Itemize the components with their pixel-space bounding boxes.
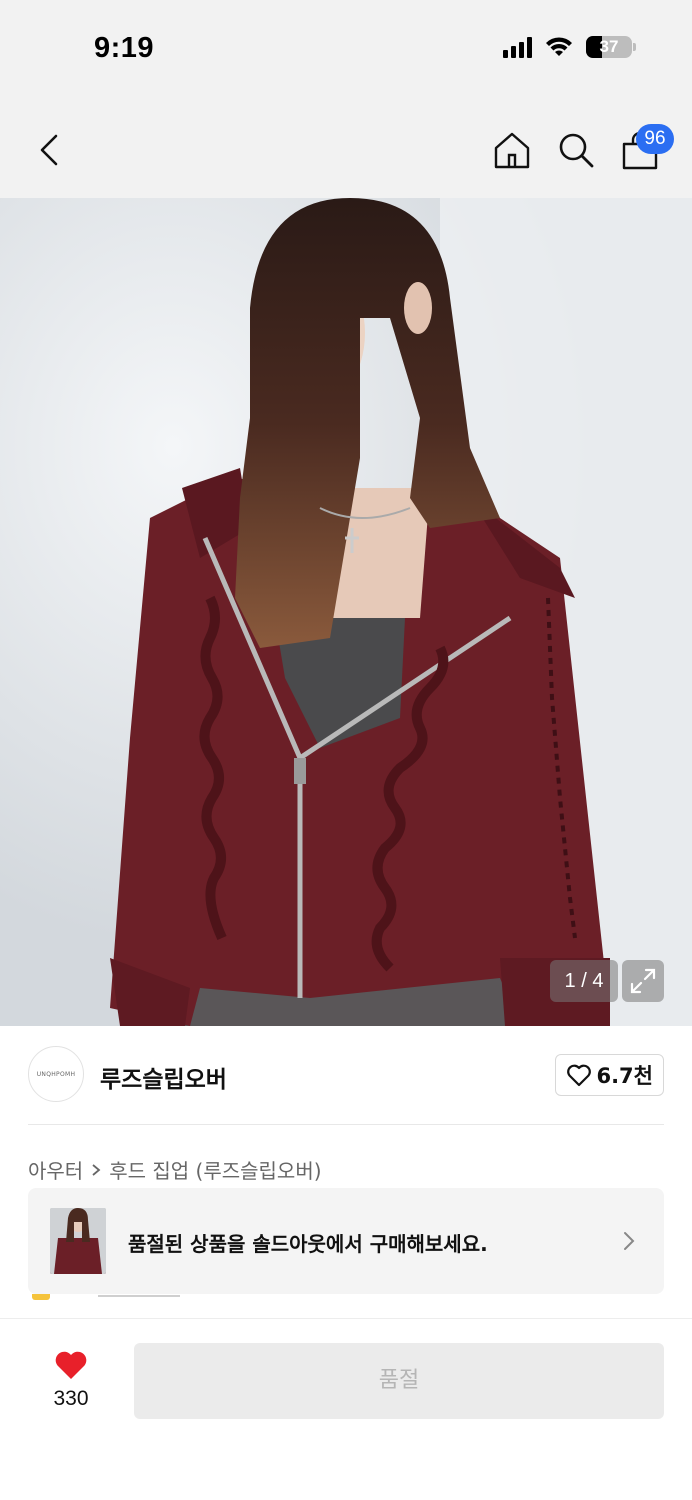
rating-star-icon <box>32 1294 50 1300</box>
banner-thumbnail <box>50 1208 106 1274</box>
chevron-right-icon <box>92 1163 101 1176</box>
soldout-button[interactable]: 품절 <box>134 1343 664 1419</box>
wishlist-count: 330 <box>53 1387 89 1410</box>
brand-logo[interactable]: UNQHPOMH <box>28 1046 84 1102</box>
divider <box>98 1295 180 1297</box>
status-bar: 9:19 37 <box>0 0 692 100</box>
brand-row[interactable]: UNQHPOMH 루즈슬립오버 6.7천 <box>28 1046 664 1104</box>
bottom-action-bar: 330 품절 <box>0 1318 692 1500</box>
product-photo <box>0 198 692 1026</box>
back-arrow-icon[interactable] <box>30 130 70 170</box>
brand-logo-text: UNQHPOMH <box>36 1070 76 1078</box>
battery-level: 37 <box>599 37 619 56</box>
home-icon[interactable] <box>492 130 532 170</box>
brand-name[interactable]: 루즈슬립오버 <box>100 1060 227 1094</box>
chevron-right-icon <box>624 1232 635 1250</box>
divider <box>28 1124 664 1125</box>
image-counter: 1 / 4 <box>550 960 618 1002</box>
status-time: 9:19 <box>94 32 155 64</box>
nav-bar <box>0 100 692 198</box>
heart-filled-icon <box>55 1351 87 1379</box>
breadcrumb-category[interactable]: 아우터 <box>28 1155 83 1184</box>
heart-outline-icon <box>567 1064 592 1087</box>
breadcrumb-subcategory[interactable]: 후드 집업 (루즈슬립오버) <box>109 1155 321 1184</box>
soldout-banner[interactable]: 품절된 상품을 솔드아웃에서 구매해보세요. <box>28 1188 664 1294</box>
banner-text: 품절된 상품을 솔드아웃에서 구매해보세요. <box>128 1232 488 1256</box>
breadcrumb: 아우터 후드 집업 (루즈슬립오버) <box>28 1155 322 1184</box>
wifi-icon <box>546 37 572 56</box>
brand-like-button[interactable]: 6.7천 <box>555 1054 664 1096</box>
cart-count-badge: 96 <box>636 124 674 154</box>
wishlist-button[interactable]: 330 <box>36 1349 106 1411</box>
cellular-signal-icon <box>503 36 532 58</box>
search-icon[interactable] <box>556 130 596 170</box>
expand-icon <box>630 968 656 994</box>
expand-image-button[interactable] <box>622 960 664 1002</box>
product-image-carousel[interactable]: 1 / 4 <box>0 198 692 1026</box>
battery-icon: 37 <box>586 36 632 58</box>
status-icons: 37 <box>503 36 636 58</box>
brand-like-count: 6.7천 <box>596 1064 653 1088</box>
